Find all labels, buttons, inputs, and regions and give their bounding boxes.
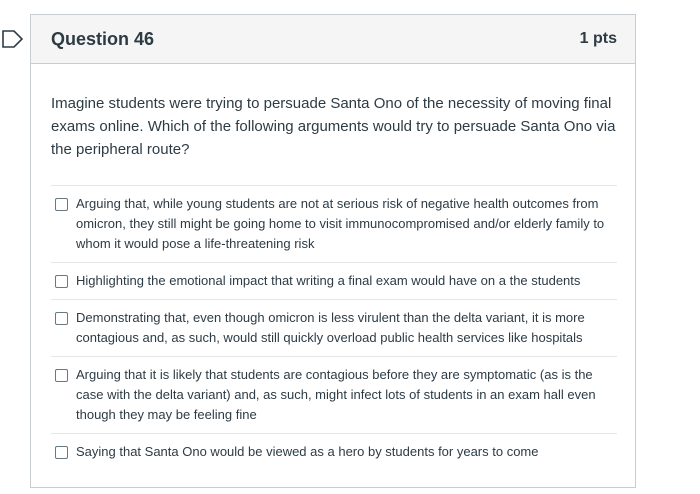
question-header: Question 46 1 pts [31,15,635,64]
question-title: Question 46 [51,28,155,49]
quiz-page: Question 46 1 pts Imagine students were … [0,0,700,494]
answer-checkbox[interactable] [55,275,68,288]
answer-list: Arguing that, while young students are n… [51,185,617,470]
answer-label[interactable]: Highlighting the emotional impact that w… [76,271,580,291]
answer-option-1[interactable]: Arguing that, while young students are n… [51,185,617,262]
question-points: 1 pts [579,30,617,47]
question-text: Imagine students were trying to persuade… [51,95,616,158]
answer-checkbox[interactable] [55,312,68,325]
answer-option-4[interactable]: Arguing that it is likely that students … [51,356,617,433]
question-body: Imagine students were trying to persuade… [31,64,635,470]
answer-checkbox[interactable] [55,369,68,382]
question-card: Question 46 1 pts Imagine students were … [30,14,636,488]
answer-option-5[interactable]: Saying that Santa Ono would be viewed as… [51,433,617,470]
answer-label[interactable]: Arguing that, while young students are n… [76,194,617,254]
answer-checkbox[interactable] [55,446,68,459]
answer-option-2[interactable]: Highlighting the emotional impact that w… [51,262,617,299]
flag-question-icon[interactable] [2,29,24,49]
answer-label[interactable]: Demonstrating that, even though omicron … [76,308,617,348]
answer-option-3[interactable]: Demonstrating that, even though omicron … [51,299,617,356]
answer-checkbox[interactable] [55,198,68,211]
answer-label[interactable]: Saying that Santa Ono would be viewed as… [76,442,539,462]
answer-label[interactable]: Arguing that it is likely that students … [76,365,617,425]
